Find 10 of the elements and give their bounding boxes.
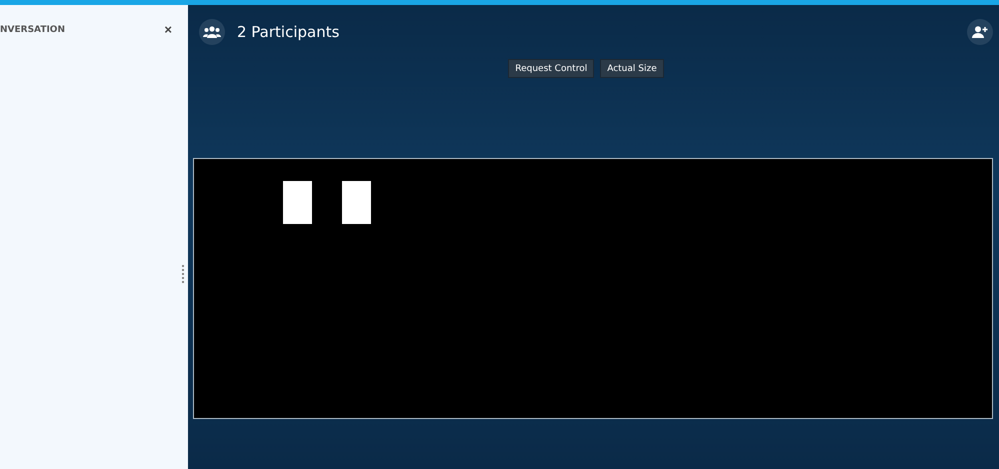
panel-title: NVERSATION bbox=[0, 24, 65, 34]
participants-icon[interactable] bbox=[199, 19, 225, 45]
resize-handle[interactable] bbox=[182, 265, 184, 283]
toolbar-button[interactable]: Request Control bbox=[508, 59, 594, 78]
add-person-icon[interactable] bbox=[967, 19, 993, 45]
window-shape bbox=[342, 181, 371, 224]
toolbar-button[interactable]: Actual Size bbox=[600, 59, 664, 78]
window-shape bbox=[283, 181, 312, 224]
participants-title: 2 Participants bbox=[237, 23, 340, 41]
close-button[interactable]: × bbox=[162, 22, 174, 37]
